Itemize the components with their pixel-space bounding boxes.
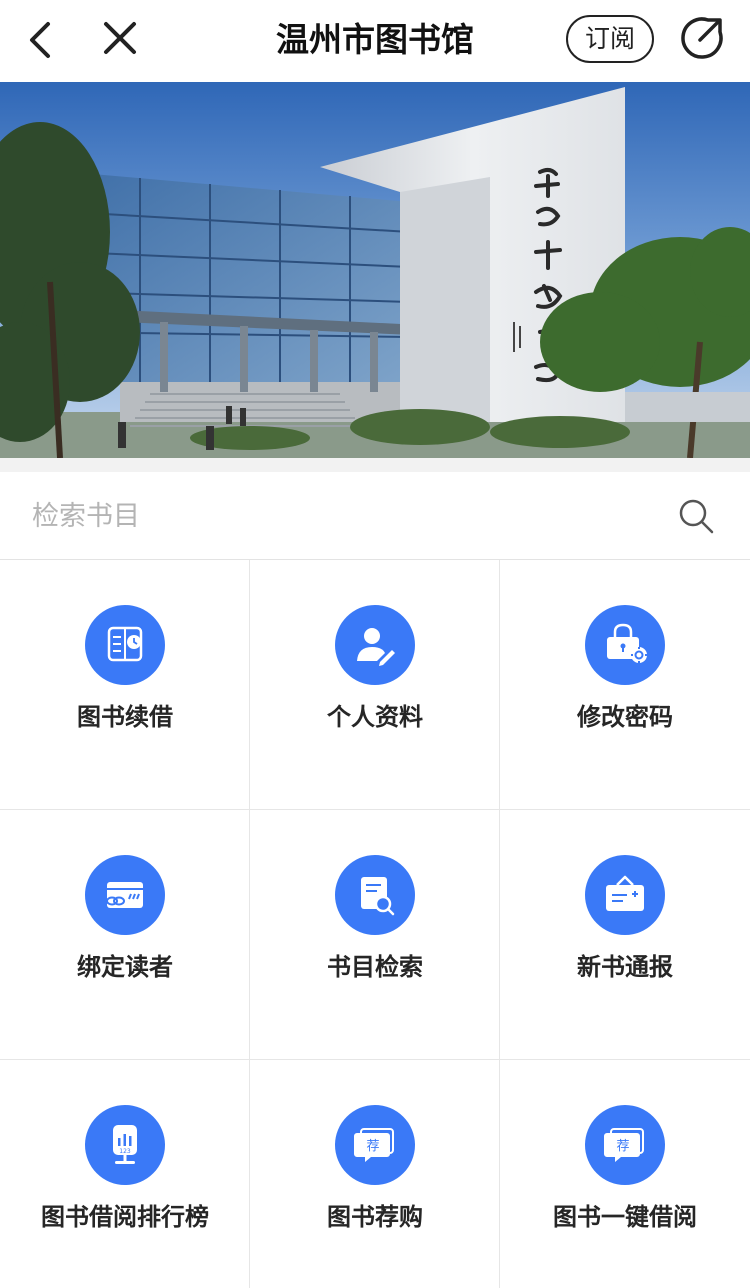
menu-item-borrow-ranking[interactable]: 123 图书借阅排行榜 (0, 1060, 250, 1288)
back-arrow-icon[interactable] (14, 14, 66, 66)
menu-item-book-recommend[interactable]: 荐 图书荐购 (250, 1060, 500, 1288)
menu-item-book-renew[interactable]: 图书续借 (0, 560, 250, 810)
badge-text: 荐 (616, 1139, 629, 1154)
menu-item-label: 个人资料 (327, 703, 423, 731)
badge-text: 荐 (366, 1139, 379, 1154)
menu-item-change-password[interactable]: 修改密码 (500, 560, 750, 810)
navigation-bar: 温州市图书馆 订阅 (0, 0, 750, 80)
menu-item-new-books[interactable]: 新书通报 (500, 810, 750, 1060)
menu-item-label: 图书荐购 (327, 1203, 423, 1231)
menu-item-label: 图书借阅排行榜 (41, 1203, 209, 1231)
function-grid: 图书续借 个人资料 修改密码 绑定读者 书目检索 新书通报 123 图书借阅排行… (0, 560, 750, 1288)
notice-board-icon (585, 855, 665, 935)
catalog-search-bar (0, 472, 750, 560)
menu-item-bind-reader[interactable]: 绑定读者 (0, 810, 250, 1060)
user-edit-icon (335, 605, 415, 685)
subscribe-button[interactable]: 订阅 (566, 15, 654, 63)
library-banner-image (0, 82, 750, 458)
close-icon[interactable] (94, 12, 146, 64)
section-gap (0, 458, 750, 472)
menu-item-label: 绑定读者 (77, 953, 173, 981)
search-input[interactable] (32, 472, 632, 560)
document-search-icon (335, 855, 415, 935)
recommend-chat-icon: 荐 (335, 1105, 415, 1185)
svg-text:123: 123 (119, 1148, 131, 1155)
ranking-chart-icon: 123 (85, 1105, 165, 1185)
search-icon[interactable] (676, 496, 716, 536)
menu-item-label: 图书续借 (77, 703, 173, 731)
book-renew-icon (85, 605, 165, 685)
menu-item-label: 图书一键借阅 (553, 1203, 697, 1231)
recommend-chat-icon: 荐 (585, 1105, 665, 1185)
menu-item-one-click-borrow[interactable]: 荐 图书一键借阅 (500, 1060, 750, 1288)
menu-item-profile[interactable]: 个人资料 (250, 560, 500, 810)
page-title: 温州市图书馆 (276, 20, 474, 59)
menu-item-label: 新书通报 (577, 953, 673, 981)
lock-gear-icon (585, 605, 665, 685)
menu-item-label: 修改密码 (577, 703, 673, 731)
menu-item-catalog-search[interactable]: 书目检索 (250, 810, 500, 1060)
share-icon[interactable] (678, 14, 726, 62)
card-link-icon (85, 855, 165, 935)
menu-item-label: 书目检索 (327, 953, 423, 981)
